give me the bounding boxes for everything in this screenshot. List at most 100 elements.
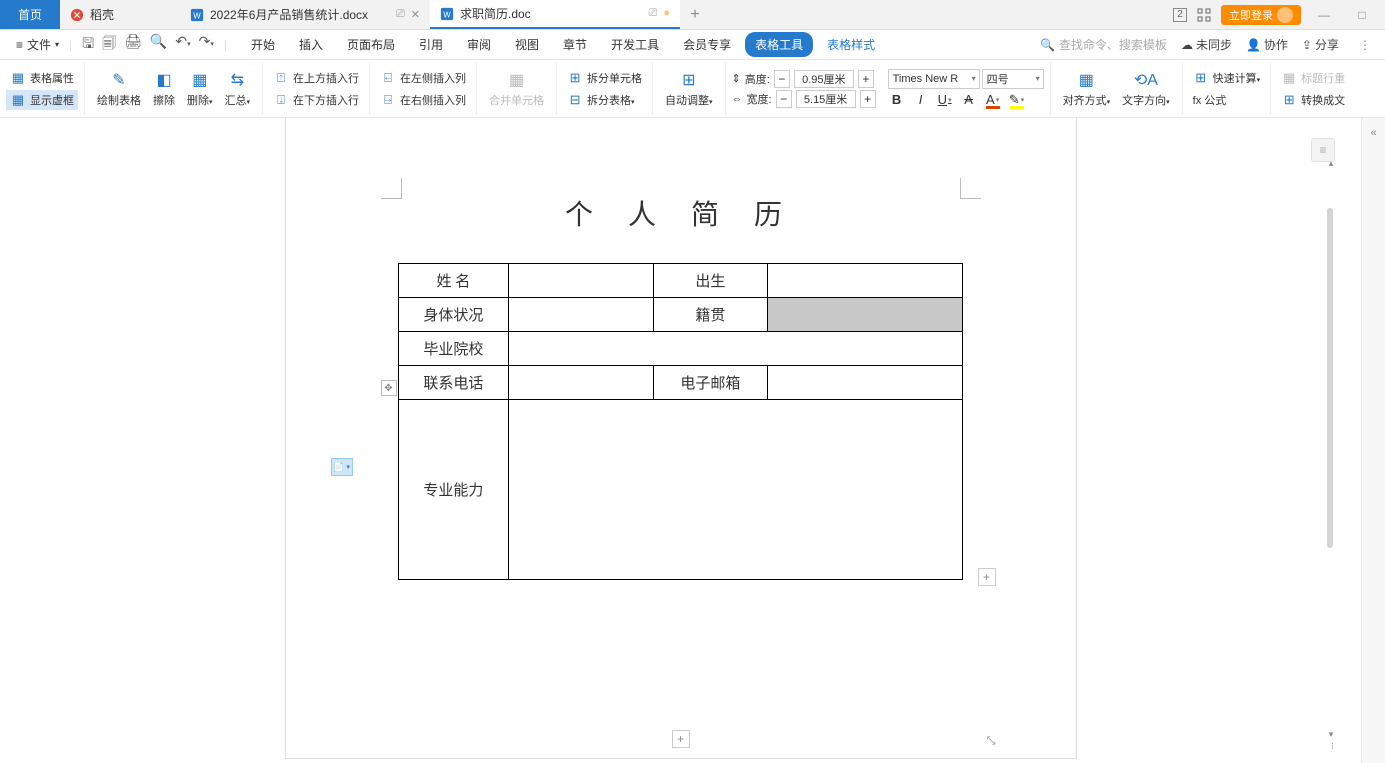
scrollbar-thumb[interactable]	[1327, 208, 1333, 548]
command-search[interactable]: 🔍 查找命令、搜索模板	[1040, 36, 1167, 53]
height-plus[interactable]: +	[858, 70, 874, 88]
redo-icon[interactable]: ↷▾	[199, 33, 214, 57]
align-button[interactable]: ▦对齐方式▾	[1057, 62, 1117, 115]
tab-view[interactable]: 视图	[505, 32, 549, 57]
cell-origin-value-selected[interactable]	[768, 298, 963, 332]
convert-text-button[interactable]: ⊞转换成文	[1277, 90, 1349, 110]
cell-phone-label[interactable]: 联系电话	[399, 366, 509, 400]
tab-doc2-active[interactable]: W 求职简历.doc ⎚ ●	[430, 0, 680, 29]
height-input[interactable]: 0.95厘米	[794, 70, 854, 88]
tab-pagelayout[interactable]: 页面布局	[337, 32, 405, 57]
maximize-button[interactable]: □	[1347, 8, 1377, 22]
cell-birth-label[interactable]: 出生	[653, 264, 768, 298]
tab-daoke[interactable]: 稻壳	[60, 0, 180, 29]
quick-calc-button[interactable]: ⊞快速计算▾	[1189, 68, 1265, 88]
height-minus[interactable]: −	[774, 70, 790, 88]
bold-button[interactable]: B	[888, 91, 906, 109]
cell-birth-value[interactable]	[768, 264, 963, 298]
text-direction-button[interactable]: ⟲A文字方向▾	[1116, 62, 1176, 115]
document-title[interactable]: 个 人 简 历	[386, 193, 976, 233]
table-row[interactable]: 联系电话 电子邮箱	[399, 366, 963, 400]
resume-table[interactable]: 姓 名 出生 身体状况 籍贯 毕业院校 联系电话	[398, 263, 963, 580]
scroll-options-icon[interactable]: ⁝	[1325, 741, 1337, 753]
minimize-button[interactable]: —	[1309, 8, 1339, 22]
width-plus[interactable]: +	[860, 90, 876, 108]
unsync-button[interactable]: ☁ 未同步	[1181, 36, 1232, 53]
page-1[interactable]: 个 人 简 历 ✥ 📄 姓 名 出生 身体状况 籍贯 毕业院校	[286, 118, 1076, 758]
table-row[interactable]: 专业能力	[399, 400, 963, 580]
table-resize-handle[interactable]: ⤡	[987, 735, 996, 748]
italic-button[interactable]: I	[912, 91, 930, 109]
insert-row-below-button[interactable]: ⍗在下方插入行	[269, 90, 363, 110]
highlight-button[interactable]: ✎▾	[1008, 91, 1026, 109]
summary-button[interactable]: ⇆汇总▾	[219, 62, 257, 115]
cell-health-value[interactable]	[508, 298, 653, 332]
file-menu-button[interactable]: ≡ 文件 ▾	[8, 33, 67, 56]
width-input[interactable]: 5.15厘米	[796, 90, 856, 108]
print-icon[interactable]: 🖨	[124, 33, 142, 57]
font-size-select[interactable]: 四号	[982, 69, 1044, 89]
scroll-up-icon[interactable]: ▴	[1325, 158, 1337, 170]
split-table-button[interactable]: ⊟拆分表格▾	[563, 90, 646, 110]
window-arrange-icon[interactable]: 2	[1173, 8, 1187, 22]
font-name-select[interactable]: Times New R	[888, 69, 980, 89]
tab-devtools[interactable]: 开发工具	[601, 32, 669, 57]
paragraph-side-tag[interactable]: 📄	[331, 458, 353, 476]
title-row-repeat-button[interactable]: ▦标题行重	[1277, 68, 1349, 88]
tab-reference[interactable]: 引用	[409, 32, 453, 57]
insert-col-right-button[interactable]: ⍈在右侧插入列	[376, 90, 470, 110]
table-row[interactable]: 姓 名 出生	[399, 264, 963, 298]
table-add-row-handle[interactable]: +	[672, 730, 690, 748]
cell-health-label[interactable]: 身体状况	[399, 298, 509, 332]
cell-name-value[interactable]	[508, 264, 653, 298]
cell-school-label[interactable]: 毕业院校	[399, 332, 509, 366]
width-minus[interactable]: −	[776, 90, 792, 108]
font-color-button[interactable]: A▾	[984, 91, 1002, 109]
tab-review[interactable]: 审阅	[457, 32, 501, 57]
save-icon[interactable]: 🖫	[82, 33, 94, 57]
print-preview-icon[interactable]: 🔍	[150, 33, 167, 57]
table-properties-button[interactable]: ▦表格属性	[6, 68, 78, 88]
new-tab-button[interactable]: +	[680, 0, 710, 29]
tab-table-style[interactable]: 表格样式	[817, 32, 885, 57]
table-add-column-handle[interactable]: +	[978, 568, 996, 586]
document-scroll[interactable]: 个 人 简 历 ✥ 📄 姓 名 出生 身体状况 籍贯 毕业院校	[0, 118, 1361, 763]
login-button[interactable]: 立即登录	[1221, 5, 1301, 25]
cell-phone-value[interactable]	[508, 366, 653, 400]
tab-doc1[interactable]: W 2022年6月产品销售统计.docx ⎚ ✕	[180, 0, 430, 29]
tab-member[interactable]: 会员专享	[673, 32, 741, 57]
apps-grid-icon[interactable]	[1195, 6, 1213, 24]
scroll-down-icon[interactable]: ▾	[1325, 729, 1337, 741]
close-tab-icon[interactable]: ✕	[411, 8, 420, 21]
cell-ability-label[interactable]: 专业能力	[399, 400, 509, 580]
table-row[interactable]: 毕业院校	[399, 332, 963, 366]
cell-ability-value[interactable]	[508, 400, 962, 580]
coop-button[interactable]: 👤 协作	[1246, 36, 1288, 53]
tab-table-tools[interactable]: 表格工具	[745, 32, 813, 57]
rail-expand-icon[interactable]: «	[1365, 124, 1383, 142]
strike-button[interactable]: A	[960, 91, 978, 109]
undo-icon[interactable]: ↶▾	[175, 33, 190, 57]
show-frame-button[interactable]: ▦显示虚框	[6, 90, 78, 110]
tab-start[interactable]: 开始	[241, 32, 285, 57]
tab-chapter[interactable]: 章节	[553, 32, 597, 57]
tab-insert[interactable]: 插入	[289, 32, 333, 57]
insert-col-left-button[interactable]: ⍇在左侧插入列	[376, 68, 470, 88]
tab-home[interactable]: 首页	[0, 0, 60, 29]
delete-button[interactable]: ▦删除▾	[181, 62, 219, 115]
insert-row-above-button[interactable]: ⍐在上方插入行	[269, 68, 363, 88]
vertical-scrollbar[interactable]: ▴ ▾ ⁝	[1327, 158, 1335, 753]
table-row[interactable]: 身体状况 籍贯	[399, 298, 963, 332]
auto-adjust-button[interactable]: ⊞自动调整▾	[659, 62, 719, 115]
cell-origin-label[interactable]: 籍贯	[653, 298, 768, 332]
save-as-icon[interactable]: 🗐	[102, 33, 116, 57]
split-cells-button[interactable]: ⊞拆分单元格	[563, 68, 646, 88]
more-menu[interactable]: ⋮	[1353, 38, 1377, 52]
cell-email-label[interactable]: 电子邮箱	[653, 366, 768, 400]
share-button[interactable]: ⇪ 分享	[1302, 36, 1339, 53]
eraser-button[interactable]: ◧擦除	[147, 62, 181, 115]
draw-table-button[interactable]: ✎绘制表格	[91, 62, 147, 115]
table-move-handle[interactable]: ✥	[381, 380, 397, 396]
cell-name-label[interactable]: 姓 名	[399, 264, 509, 298]
underline-button[interactable]: U▾	[936, 91, 954, 109]
